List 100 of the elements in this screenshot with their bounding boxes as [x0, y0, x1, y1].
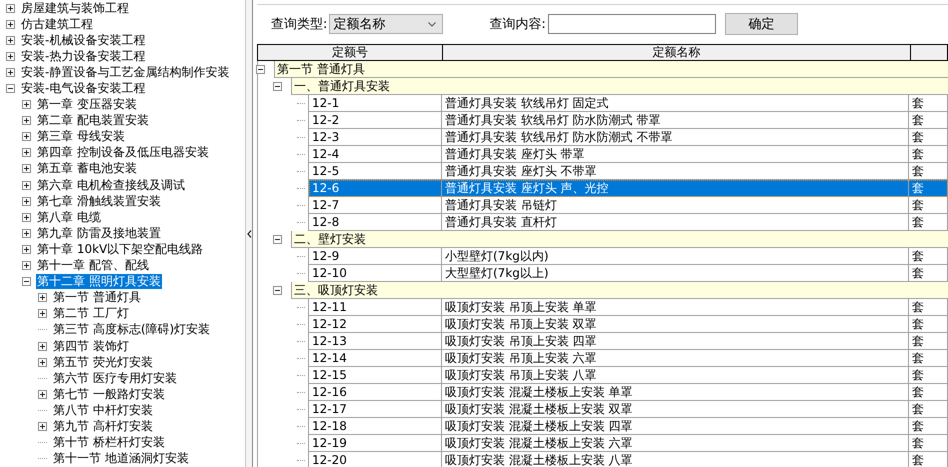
tree-item[interactable]: 第二章 配电装置安装 — [36, 113, 150, 128]
table-cell: 普通灯具安装 软线吊灯 固定式 — [441, 95, 909, 112]
table-row[interactable]: 12-16 吸顶灯安装 混凝土楼板上安装 单罩 套 — [309, 384, 948, 401]
expand-toggle[interactable] — [38, 293, 47, 302]
expand-toggle[interactable] — [22, 228, 31, 238]
query-content-field[interactable] — [548, 14, 716, 34]
table-row[interactable]: 12-6 普通灯具安装 座灯头 声、光控 套 — [309, 180, 948, 197]
table-row[interactable]: 12-11 吸顶灯安装 吊顶上安装 单罩 套 — [309, 299, 948, 316]
tree-item[interactable]: 第九章 防雷及接地装置 — [36, 226, 162, 241]
expand-toggle[interactable] — [38, 309, 47, 318]
table-row[interactable]: 12-20 吸顶灯安装 混凝土楼板上安装 八罩 套 — [309, 452, 948, 467]
expand-toggle[interactable] — [6, 4, 15, 13]
table-row[interactable]: 12-1 普通灯具安装 软线吊灯 固定式 套 — [309, 95, 948, 112]
table-cell: 12-4 — [308, 146, 442, 163]
section-row[interactable]: 第一节 普通灯具 — [274, 61, 948, 78]
table-row[interactable]: 12-3 普通灯具安装 软线吊灯 防水防潮式 不带罩 套 — [309, 129, 948, 146]
tree-item[interactable]: 第三章 母线安装 — [36, 129, 126, 144]
expand-toggle[interactable] — [273, 286, 282, 295]
expand-toggle[interactable] — [6, 52, 15, 61]
expand-toggle[interactable] — [22, 196, 31, 206]
group-row[interactable]: 三、吸顶灯安装 — [291, 282, 948, 299]
tree-item[interactable]: 第四节 装饰灯 — [52, 338, 130, 354]
column-header[interactable]: 定额号 — [258, 45, 443, 60]
group-row[interactable]: 二、壁灯安装 — [291, 231, 948, 248]
table-cell: 12-9 — [308, 248, 442, 265]
table-row[interactable]: 12-4 普通灯具安装 座灯头 带罩 套 — [309, 146, 948, 163]
expand-toggle[interactable] — [38, 358, 47, 367]
expand-toggle[interactable] — [22, 180, 31, 190]
tree-item[interactable]: 第五章 蓄电池安装 — [36, 161, 138, 176]
table-row[interactable]: 12-18 吸顶灯安装 混凝土楼板上安装 四罩 套 — [309, 418, 948, 435]
expand-toggle[interactable] — [22, 212, 31, 222]
table-row[interactable]: 12-14 吸顶灯安装 吊顶上安装 六罩 套 — [309, 350, 948, 367]
tree-item[interactable]: 仿古建筑工程 — [20, 16, 94, 32]
table-row[interactable]: 12-12 吸顶灯安装 吊顶上安装 双罩 套 — [309, 316, 948, 333]
tree-item[interactable]: 第一章 变压器安装 — [36, 97, 138, 112]
tree-item[interactable]: 第十节 桥栏杆灯安装 — [52, 435, 166, 450]
table-cell: 12-7 — [308, 197, 442, 214]
tree-item[interactable]: 第四章 控制设备及低压电器安装 — [36, 145, 210, 160]
expand-toggle[interactable] — [22, 148, 31, 158]
tree-item[interactable]: 第七节 一般路灯安装 — [52, 386, 166, 402]
tree-item[interactable]: 第十一节 地道涵洞灯安装 — [52, 451, 190, 466]
expand-toggle[interactable] — [22, 164, 31, 174]
table-cell: 小型壁灯(7kg以内) — [441, 248, 909, 265]
tree-item[interactable]: 第七章 滑触线装置安装 — [36, 194, 162, 209]
expand-toggle[interactable] — [22, 244, 31, 254]
table-row[interactable]: 12-13 吸顶灯安装 吊顶上安装 四罩 套 — [309, 333, 948, 350]
tree-item[interactable]: 第二节 工厂灯 — [52, 306, 130, 322]
table-cell: 套 — [908, 350, 948, 367]
table-row[interactable]: 12-17 吸顶灯安装 混凝土楼板上安装 双罩 套 — [309, 401, 948, 418]
tree-item[interactable]: 第十一章 配管、配线 — [36, 258, 150, 274]
expand-toggle[interactable] — [22, 132, 31, 142]
expand-toggle[interactable] — [6, 68, 15, 77]
expand-toggle[interactable] — [273, 235, 282, 244]
table-cell: 12-16 — [308, 384, 442, 401]
expand-toggle[interactable] — [38, 422, 47, 431]
table-row[interactable]: 12-7 普通灯具安装 吊链灯 套 — [309, 197, 948, 214]
table-row[interactable]: 12-9 小型壁灯(7kg以内) 套 — [309, 248, 948, 265]
expand-toggle[interactable] — [22, 277, 31, 286]
table-cell: 普通灯具安装 吊链灯 — [441, 197, 909, 214]
table-cell: 12-18 — [308, 418, 442, 435]
table-cell: 12-19 — [308, 435, 442, 452]
tree-item[interactable]: 第九节 高杆灯安装 — [52, 418, 154, 434]
query-type-dropdown[interactable]: 定额名称 — [329, 14, 444, 34]
tree-item[interactable]: 房屋建筑与装饰工程 — [20, 0, 130, 16]
expand-toggle[interactable] — [22, 116, 31, 126]
tree-item[interactable]: 安装-机械设备安装工程 — [20, 32, 146, 48]
tree-item[interactable]: 安装-热力设备安装工程 — [20, 48, 146, 64]
table-cell: 套 — [908, 248, 948, 265]
table-cell: 12-15 — [308, 367, 442, 384]
confirm-button[interactable]: 确定 — [724, 13, 798, 35]
table-cell: 吸顶灯安装 吊顶上安装 双罩 — [441, 316, 909, 333]
expand-toggle[interactable] — [6, 20, 15, 29]
tree-item[interactable]: 第六节 医疗专用灯安装 — [52, 370, 178, 386]
tree-item[interactable]: 第一节 普通灯具 — [52, 290, 142, 306]
column-header[interactable]: 定额名称 — [443, 45, 911, 60]
tree-item[interactable]: 第十二章 照明灯具安装 — [36, 274, 162, 290]
tree-item[interactable]: 第八节 中杆灯安装 — [52, 402, 154, 418]
expand-toggle[interactable] — [38, 390, 47, 399]
table-row[interactable]: 12-2 普通灯具安装 软线吊灯 防水防潮式 带罩 套 — [309, 112, 948, 129]
expand-toggle[interactable] — [22, 261, 31, 270]
tree-item[interactable]: 第六章 电机检查接线及调试 — [36, 178, 186, 193]
expand-toggle[interactable] — [273, 82, 282, 91]
group-row[interactable]: 一、普通灯具安装 — [291, 78, 948, 95]
table-cell: 吸顶灯安装 混凝土楼板上安装 六罩 — [441, 435, 909, 452]
expand-toggle[interactable] — [6, 36, 15, 45]
table-row[interactable]: 12-19 吸顶灯安装 混凝土楼板上安装 六罩 套 — [309, 435, 948, 452]
table-row[interactable]: 12-15 吸顶灯安装 吊顶上安装 八罩 套 — [309, 367, 948, 384]
expand-toggle[interactable] — [22, 100, 31, 110]
table-cell: 吸顶灯安装 混凝土楼板上安装 四罩 — [441, 418, 909, 435]
query-type-label: 查询类型: — [271, 16, 328, 33]
query-content-label: 查询内容: — [489, 16, 546, 33]
expand-toggle[interactable] — [38, 342, 47, 351]
tree-item[interactable]: 安装-电气设备安装工程 — [20, 81, 146, 96]
tree-item[interactable]: 第八章 电缆 — [36, 210, 102, 225]
expand-toggle[interactable] — [256, 65, 265, 74]
tree-item[interactable]: 第十章 10kV以下架空配电线路 — [36, 242, 204, 257]
tree-item[interactable]: 安装-静置设备与工艺金属结构制作安装 — [20, 64, 230, 80]
tree-item[interactable]: 第五节 荧光灯安装 — [52, 354, 154, 370]
expand-toggle[interactable] — [6, 84, 15, 94]
tree-item[interactable]: 第三节 高度标志(障碍)灯安装 — [52, 322, 212, 338]
